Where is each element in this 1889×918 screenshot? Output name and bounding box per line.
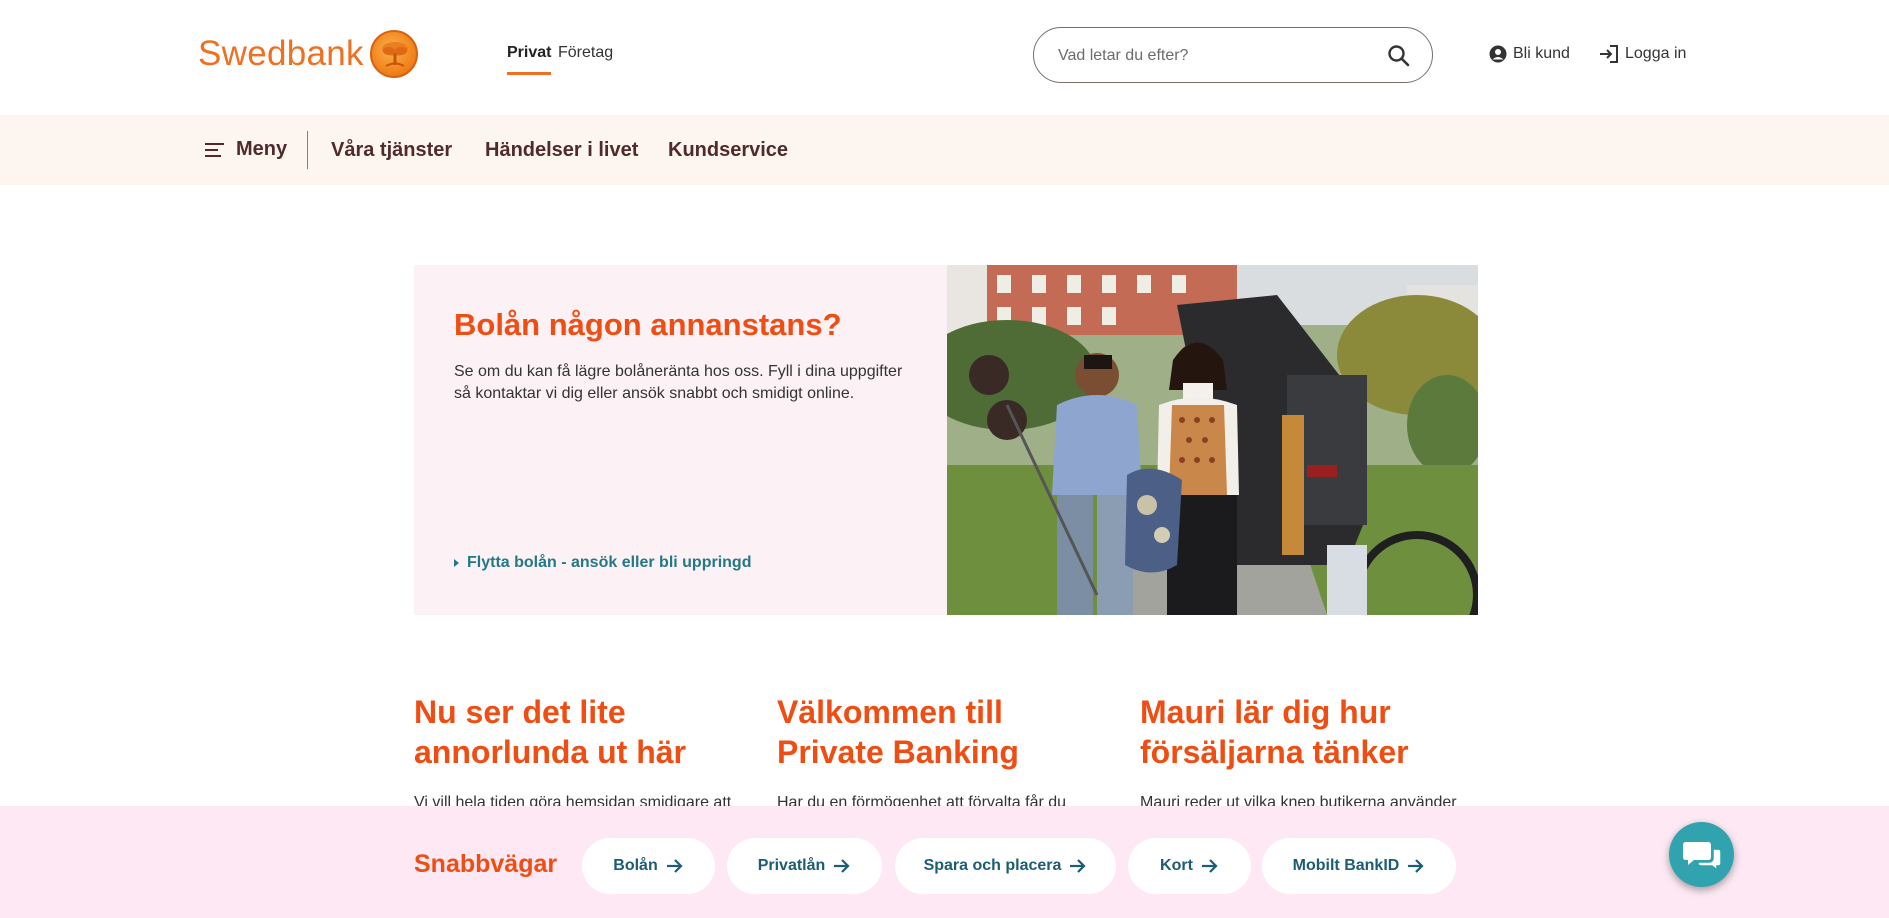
menu-button[interactable]: Meny [204, 138, 287, 161]
bli-kund-link[interactable]: Bli kund [1489, 45, 1570, 63]
top-header: Swedbank Privat Företag Bli ku [0, 0, 1889, 115]
nav-item-handelser-i-livet[interactable]: Händelser i livet [485, 139, 638, 162]
segment-foretag[interactable]: Företag [558, 44, 613, 62]
teaser-card-title: Nu ser det lite annorlunda ut här [414, 694, 686, 770]
oak-tree-logo-icon [369, 30, 418, 78]
quick-links-bar: Snabbvägar Bolån Privatlån Spara och pla… [0, 806, 1889, 918]
arrow-right-icon [834, 859, 850, 873]
quick-link-privatlan[interactable]: Privatlån [727, 838, 882, 894]
quick-link-label: Bolån [613, 857, 658, 874]
teaser-card[interactable]: Nu ser det lite annorlunda ut här Vi vil… [414, 692, 754, 814]
nav-item-vara-tjanster[interactable]: Våra tjänster [331, 139, 452, 162]
hero-photo-two-women-moving [947, 265, 1478, 615]
arrow-right-icon [1070, 859, 1086, 873]
hero-text-panel: Bolån någon annanstans? Se om du kan få … [414, 265, 947, 615]
teaser-card-title: Mauri lär dig hur försäljarna tänker [1140, 694, 1409, 770]
chat-button[interactable] [1669, 822, 1734, 887]
user-circle-icon [1489, 45, 1507, 63]
flytta-bolan-label: Flytta bolån - ansök eller bli uppringd [467, 554, 752, 571]
hero-title: Bolån någon annanstans? [454, 307, 842, 342]
bli-kund-label: Bli kund [1513, 45, 1570, 62]
quick-link-kort[interactable]: Kort [1128, 838, 1251, 894]
segment-privat[interactable]: Privat [507, 44, 552, 75]
logga-in-link[interactable]: Logga in [1599, 45, 1686, 63]
quick-link-label: Privatlån [757, 857, 826, 874]
quick-link-mobilt-bankid[interactable]: Mobilt BankID [1262, 838, 1456, 894]
quick-link-label: Kort [1160, 857, 1193, 874]
search-icon[interactable] [1386, 43, 1412, 69]
quick-link-label: Mobilt BankID [1292, 857, 1400, 874]
teaser-card[interactable]: Välkommen till Private Banking Har du en… [777, 692, 1117, 814]
quick-links-title: Snabbvägar [414, 850, 558, 878]
flytta-bolan-link[interactable]: Flytta bolån - ansök eller bli uppringd [454, 554, 751, 572]
logga-in-label: Logga in [1625, 45, 1687, 62]
search-input[interactable] [1058, 44, 1378, 68]
main-navigation: Meny Våra tjänster Händelser i livet Kun… [0, 115, 1889, 185]
chat-bubbles-icon [1682, 841, 1722, 872]
nav-divider [307, 131, 308, 169]
hero-banner: Bolån någon annanstans? Se om du kan få … [414, 265, 1478, 615]
hamburger-menu-icon [205, 142, 224, 157]
nav-item-kundservice[interactable]: Kundservice [668, 139, 788, 162]
search-box [1033, 27, 1433, 83]
quick-link-label: Spara och placera [923, 857, 1062, 874]
arrow-right-icon [1201, 859, 1218, 873]
arrow-right-icon [666, 859, 683, 873]
teaser-card[interactable]: Mauri lär dig hur försäljarna tänker Mau… [1140, 692, 1480, 814]
menu-label: Meny [236, 138, 288, 160]
arrow-right-icon [1408, 859, 1424, 873]
teaser-card-title: Välkommen till Private Banking [777, 694, 1019, 770]
hero-description: Se om du kan få lägre bolåneränta hos os… [454, 363, 903, 402]
quick-link-spara-och-placera[interactable]: Spara och placera [895, 838, 1116, 894]
brand-name: Swedbank [198, 34, 364, 73]
swedbank-logo[interactable]: Swedbank [198, 30, 418, 78]
login-icon [1600, 45, 1618, 63]
caret-right-icon [454, 559, 459, 567]
quick-link-bolan[interactable]: Bolån [582, 838, 715, 894]
